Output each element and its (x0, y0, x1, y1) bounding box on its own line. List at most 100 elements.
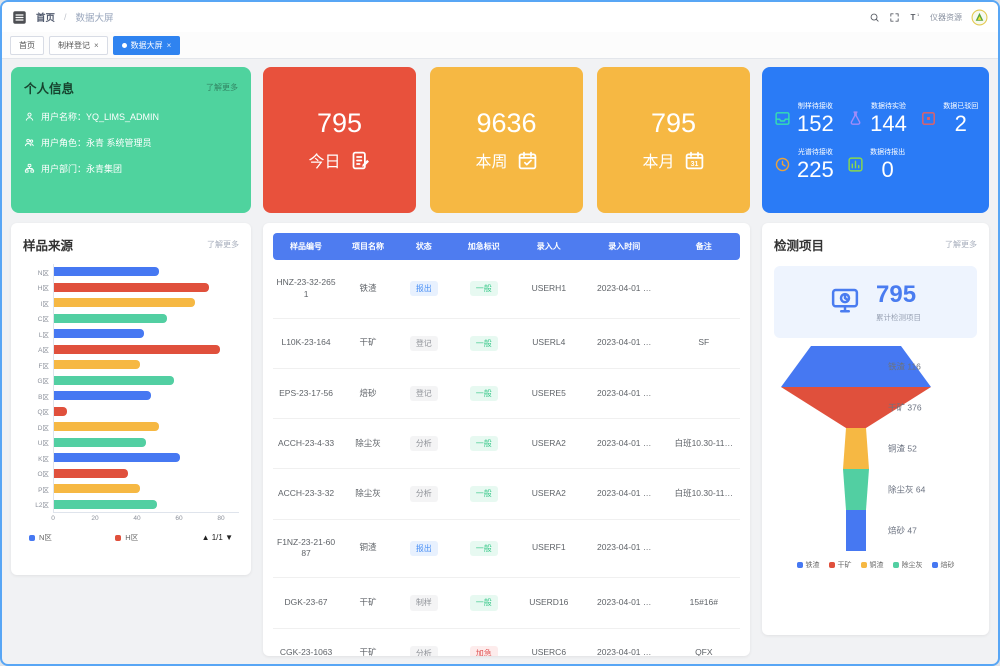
table-header-录入时间: 录入时间 (581, 233, 668, 260)
bar-row: U区 (23, 435, 239, 451)
table-cell: 分析 (397, 628, 451, 656)
navbar-link[interactable]: 仪器资源 (930, 12, 962, 23)
bar-category-label: L2区 (23, 499, 49, 509)
bar (54, 484, 140, 493)
legend-label: 干矿 (838, 560, 852, 570)
bar-track (53, 497, 239, 513)
table-cell: USERA2 (517, 419, 581, 469)
kpi-text: 数据待实验144 (870, 101, 907, 136)
stat-card-本周[interactable]: 9636本周 (430, 67, 583, 213)
avatar-logo[interactable] (971, 9, 988, 26)
test-items-more-link[interactable]: 了解更多 (945, 239, 977, 250)
legend-swatch (861, 562, 867, 568)
kpi-label: 制样待接收 (798, 101, 833, 111)
bar-category-label: I区 (23, 298, 49, 308)
bar-row: I区 (23, 295, 239, 311)
bar (54, 345, 220, 354)
table-header-样品编号: 样品编号 (273, 233, 339, 260)
funnel-legend-除尘灰[interactable]: 除尘灰 (893, 560, 923, 570)
table-cell: 除尘灰 (339, 469, 397, 519)
legend-label: 铁渣 (806, 560, 820, 570)
bar-row: H区 (23, 280, 239, 296)
tab-制样登记[interactable]: 制样登记× (49, 36, 108, 55)
stat-card-今日[interactable]: 795今日 (263, 67, 416, 213)
bar (54, 314, 167, 323)
table-cell: CGK-23-1063 (273, 628, 339, 656)
table-cell: 2023-04-01 … (581, 318, 668, 368)
bar-track (53, 419, 239, 435)
breadcrumb-home[interactable]: 首页 (36, 10, 55, 24)
font-size-icon[interactable]: T1 (909, 11, 921, 23)
legend-swatch (797, 562, 803, 568)
profile-field-text: 用户部门：永青集团 (41, 162, 122, 175)
reject-icon (918, 109, 938, 129)
bar-category-label: F区 (23, 360, 49, 370)
total-tests-box: 795 累计检测项目 (774, 266, 977, 338)
bar (54, 267, 159, 276)
bar (54, 407, 67, 416)
stat-card-label-text: 本周 (475, 148, 507, 172)
table-row: L10K-23-164干矿登记一般USERL42023-04-01 …SF (273, 318, 740, 368)
status-badge: 一般 (470, 386, 498, 401)
calendar-check-icon (517, 150, 538, 171)
stat-card-本月[interactable]: 795本月31 (597, 67, 750, 213)
legend-item-N区[interactable]: N区 (29, 532, 52, 543)
bar (54, 453, 180, 462)
kpi-label: 数据待报出 (870, 147, 905, 157)
bar-row: D区 (23, 419, 239, 435)
funnel-legend-焙砂[interactable]: 焙砂 (932, 560, 955, 570)
table-cell: USERD16 (517, 578, 581, 628)
search-icon[interactable] (869, 12, 880, 23)
profile-more-link[interactable]: 了解更多 (206, 82, 238, 93)
tab-close-icon[interactable]: × (94, 41, 99, 50)
legend-item-H区[interactable]: H区 (115, 532, 138, 543)
table-cell: 焙砂 (339, 368, 397, 418)
svg-text:1: 1 (917, 12, 920, 17)
funnel-label: 铜渣 52 (888, 444, 917, 454)
stat-card-label-text: 本月 (642, 148, 674, 172)
sample-source-more-link[interactable]: 了解更多 (207, 239, 239, 250)
bar-category-label: K区 (23, 453, 49, 463)
tab-数据大屏[interactable]: 数据大屏× (113, 36, 181, 55)
dept-icon (24, 163, 35, 174)
menu-icon[interactable] (12, 10, 27, 25)
fullscreen-icon[interactable] (889, 12, 900, 23)
funnel-legend-干矿[interactable]: 干矿 (829, 560, 852, 570)
kpi-text: 光谱待接收225 (797, 147, 834, 182)
table-row: F1NZ-23-21-6087铜渣报出一般USERF12023-04-01 … (273, 519, 740, 578)
table-cell: 干矿 (339, 318, 397, 368)
table-cell: ACCH-23-4-33 (273, 419, 339, 469)
bar-row: K区 (23, 450, 239, 466)
bar-category-label: Q区 (23, 406, 49, 416)
funnel-legend-铁渣[interactable]: 铁渣 (797, 560, 820, 570)
funnel-legend-铜渣[interactable]: 铜渣 (861, 560, 884, 570)
tab-close-icon[interactable]: × (167, 41, 172, 50)
status-badge: 一般 (470, 486, 498, 501)
bar-category-label: D区 (23, 422, 49, 432)
bar-track (53, 311, 239, 327)
bar-category-label: N区 (23, 267, 49, 277)
table-row: DGK-23-67干矿制样一般USERD162023-04-01 …15#16# (273, 578, 740, 628)
profile-field: 用户名称：YQ_LIMS_ADMIN (24, 110, 238, 123)
kpi-text: 制样待接收152 (797, 101, 834, 136)
table-cell (668, 260, 740, 318)
breadcrumb-separator: / (64, 12, 67, 22)
sample-source-title: 样品来源 (23, 235, 73, 254)
bar (54, 469, 128, 478)
tab-首页[interactable]: 首页 (10, 36, 44, 55)
table-header-备注: 备注 (668, 233, 740, 260)
table-cell: L10K-23-164 (273, 318, 339, 368)
bar-track (53, 388, 239, 404)
sample-table: 样品编号项目名称状态加急标识录入人录入时间备注 HNZ-23-32-2651铁渣… (273, 233, 740, 656)
kpi-数据已驳回: 数据已驳回2 (918, 101, 981, 136)
table-cell: 一般 (451, 519, 517, 578)
table-header-row: 样品编号项目名称状态加急标识录入人录入时间备注 (273, 233, 740, 260)
bar-track (53, 450, 239, 466)
legend-pager[interactable]: ▲ 1/1 ▼ (202, 533, 233, 542)
table-cell: USERA2 (517, 469, 581, 519)
funnel-segment-铜渣 (843, 428, 869, 469)
funnel-segment-除尘灰 (843, 469, 869, 510)
bar-category-label: L区 (23, 329, 49, 339)
status-badge: 报出 (410, 281, 438, 296)
table-cell: 登记 (397, 318, 451, 368)
